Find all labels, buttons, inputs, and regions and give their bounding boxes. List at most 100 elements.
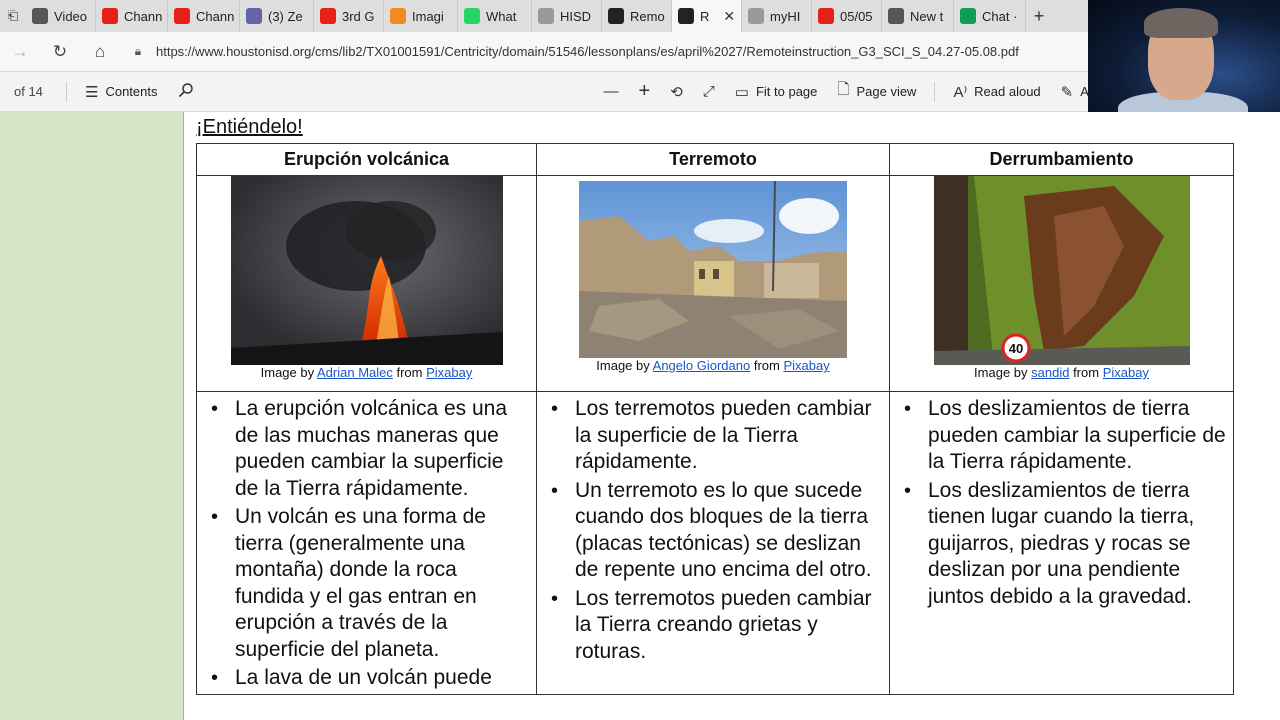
column-title-landslide: Derrumbamiento (889, 143, 1234, 176)
zoom-in-button[interactable]: + (629, 72, 661, 112)
pixabay-icon (390, 8, 406, 24)
landslide-photo: 40 (933, 176, 1190, 365)
tab-label: myHI (770, 8, 801, 24)
browser-tab[interactable]: 05/05 (812, 0, 882, 32)
volcano-facts-cell: La erupción volcánica es una de las much… (196, 391, 537, 695)
left-margin-pane (0, 112, 184, 720)
zoom-out-button[interactable]: — (594, 72, 629, 112)
youtube-icon (818, 8, 834, 24)
pdf-viewer: ¡Entiéndelo! Erupción volcánica Terremot… (0, 112, 1280, 720)
blackboard-icon (608, 8, 624, 24)
landslide-image-cell: 40 Image by sandid from Pixabay (889, 175, 1234, 392)
whatsapp-icon (464, 8, 480, 24)
browser-tab[interactable]: (3) Ze (240, 0, 314, 32)
toolbar-divider (934, 81, 936, 102)
browser-tab[interactable]: Remo (602, 0, 672, 32)
hisd-icon (748, 8, 764, 24)
earthquake-photo (579, 181, 847, 358)
browser-tab[interactable]: What (458, 0, 532, 32)
page-view-label: Page view (856, 84, 917, 99)
hisd-icon (538, 8, 554, 24)
presenter-hair (1144, 8, 1218, 38)
speed-sign-text: 40 (1008, 341, 1022, 356)
tab-label: (3) Ze (268, 8, 303, 24)
contents-label: Contents (105, 84, 158, 99)
list-item: Un terremoto es lo que sucede cuando dos… (547, 478, 883, 584)
lock-icon: 🔒︎ (134, 44, 142, 58)
landslide-facts-cell: Los deslizamientos de tierra pueden camb… (889, 391, 1234, 695)
browser-tab[interactable]: 3rd G (314, 0, 384, 32)
landslide-source-link[interactable]: Pixabay (1103, 365, 1149, 380)
contents-button[interactable]: ☰ Contents (75, 72, 168, 112)
webcam-overlay (1088, 0, 1280, 124)
tab-label: Video (54, 8, 88, 24)
blackboard-icon (678, 8, 694, 24)
new-tab-button[interactable]: + (1026, 6, 1052, 27)
close-tab-icon[interactable]: ✕ (723, 8, 735, 25)
minus-icon: — (603, 83, 619, 100)
browser-tab[interactable]: Chann (168, 0, 240, 32)
tab-label: HISD (560, 8, 592, 24)
list-item: Los deslizamientos de tierra pueden camb… (900, 396, 1227, 476)
browser-tab[interactable]: myHI (742, 0, 812, 32)
fit-to-page-label: Fit to page (755, 84, 818, 99)
home-button[interactable]: ⌂ (80, 32, 120, 72)
earthquake-image-cell: Image by Angelo Giordano from Pixabay (536, 175, 890, 392)
read-aloud-button[interactable]: A⁾ Read aloud (943, 72, 1050, 112)
toolbar-divider (66, 81, 67, 102)
earthquake-facts-list: Los terremotos pueden cambiar la superfi… (547, 396, 883, 665)
earthquake-source-link[interactable]: Pixabay (783, 358, 829, 373)
tab-list: Video Chann Chann (3) Ze 3rd G Imagi What HISD R… (26, 0, 1026, 32)
url-text: https://www.houstonisd.org/cms/lib2/TX01… (156, 44, 1019, 59)
browser-tab[interactable]: Video (26, 0, 96, 32)
tab-label: What (486, 8, 517, 24)
browser-tab[interactable]: Chat · (954, 0, 1026, 32)
volcano-photo (230, 176, 503, 365)
page-count: of 14 (14, 84, 43, 99)
tab-actions-icon[interactable]: ⎗ (0, 0, 26, 32)
hazards-table: Erupción volcánica Terremoto Derrumbamie… (196, 143, 1234, 695)
forward-button[interactable]: → (0, 32, 40, 72)
earthquake-author-link[interactable]: Angelo Giordano (653, 358, 751, 373)
refresh-button[interactable]: ↻ (40, 32, 80, 72)
teams-icon (246, 8, 262, 24)
browser-tab[interactable]: HISD (532, 0, 602, 32)
expand-icon: ⤢ (702, 83, 715, 100)
rotate-button[interactable]: ⟲ (660, 72, 693, 112)
tab-label: Chann (196, 8, 235, 24)
fit-to-page-button[interactable]: ▭ Fit to page (725, 72, 828, 112)
youtube-icon (102, 8, 118, 24)
find-button[interactable] (168, 72, 204, 112)
landslide-facts-list: Los deslizamientos de tierra pueden camb… (900, 396, 1227, 610)
youtube-icon (174, 8, 190, 24)
page-view-icon: 🗋︎ (837, 81, 850, 98)
volcano-source-link[interactable]: Pixabay (426, 365, 472, 380)
classroom-icon (960, 8, 976, 24)
search-icon (178, 82, 194, 102)
browser-tab[interactable]: New t (882, 0, 954, 32)
page-icon (32, 8, 48, 24)
fullscreen-button[interactable]: ⤢ (693, 72, 725, 112)
read-aloud-icon: A⁾ (953, 83, 968, 101)
tab-label: R (700, 8, 710, 24)
pdf-page: ¡Entiéndelo! Erupción volcánica Terremot… (184, 112, 1280, 720)
list-item: La lava de un volcán puede (207, 665, 530, 692)
newsfeed-icon (888, 8, 904, 24)
page-view-button[interactable]: 🗋︎ Page view (827, 72, 926, 112)
list-item: Un volcán es una forma de tierra (genera… (207, 504, 530, 663)
earthquake-facts-cell: Los terremotos pueden cambiar la superfi… (536, 391, 890, 695)
url-field[interactable]: 🔒︎ https://www.houstonisd.org/cms/lib2/T… (130, 37, 1070, 67)
read-aloud-label: Read aloud (974, 84, 1041, 99)
volcano-caption: Image by Adrian Malec from Pixabay (260, 365, 473, 380)
browser-tab[interactable]: R ✕ (672, 0, 742, 32)
tab-label: Chann (124, 8, 163, 24)
browser-tab[interactable]: Imagi (384, 0, 458, 32)
volcano-image-cell: Image by Adrian Malec from Pixabay (196, 175, 537, 392)
tab-label: 05/05 (840, 8, 873, 24)
volcano-author-link[interactable]: Adrian Malec (317, 365, 393, 380)
browser-tab[interactable]: Chann (96, 0, 168, 32)
list-item: Los deslizamientos de tierra tienen luga… (900, 478, 1227, 611)
tab-label: Remo (630, 8, 665, 24)
pen-icon: ✎ (1060, 83, 1074, 101)
landslide-author-link[interactable]: sandid (1031, 365, 1069, 380)
